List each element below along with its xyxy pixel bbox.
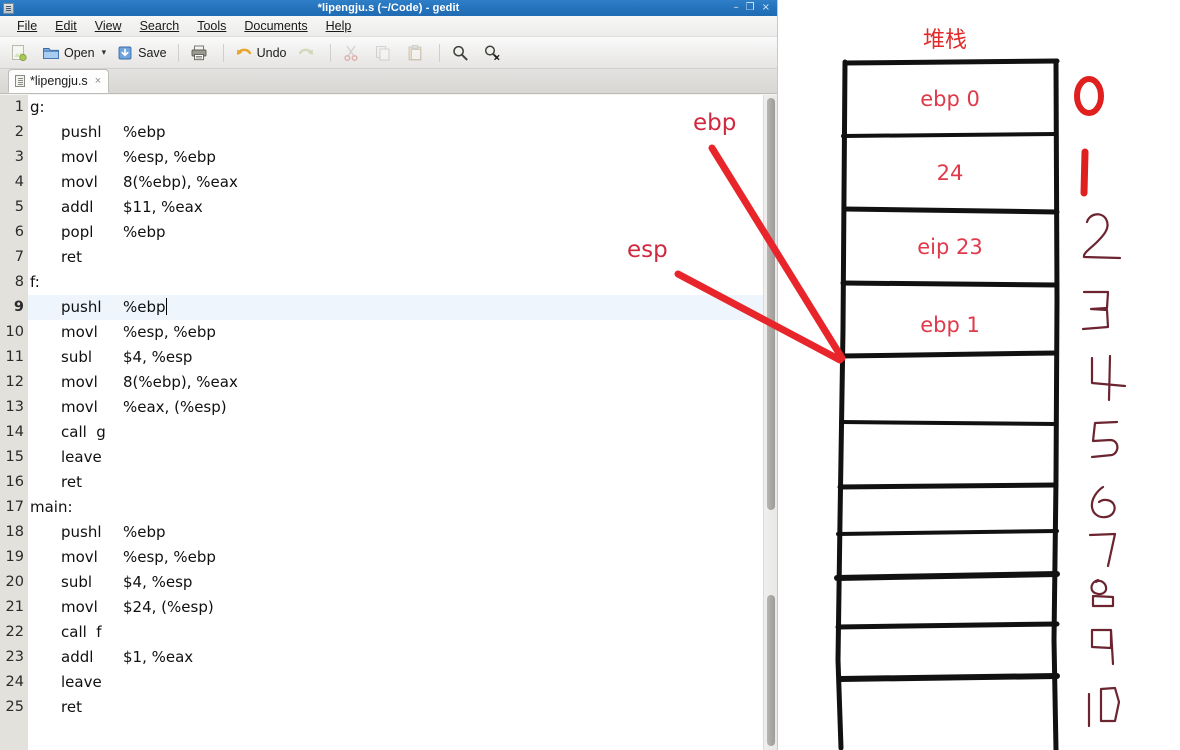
stack-cell-1-label: 24: [936, 161, 964, 185]
minimize-button[interactable]: –: [734, 3, 739, 13]
maximize-button[interactable]: ❐: [746, 3, 755, 13]
window-controls: – ❐ ×: [734, 3, 774, 13]
stack-cell-3-label: ebp 1: [920, 313, 980, 337]
stack-drawing: [674, 58, 1127, 750]
esp-pointer-label: esp: [627, 237, 668, 263]
ebp-pointer-label: ebp: [693, 110, 737, 136]
close-button[interactable]: ×: [762, 3, 770, 13]
stack-cell-2-label: eip 23: [917, 235, 983, 259]
stack-cell-0-label: ebp 0: [920, 87, 980, 111]
screen: *lipengju.s (~/Code) - gedit – ❐ × File …: [0, 0, 1180, 750]
